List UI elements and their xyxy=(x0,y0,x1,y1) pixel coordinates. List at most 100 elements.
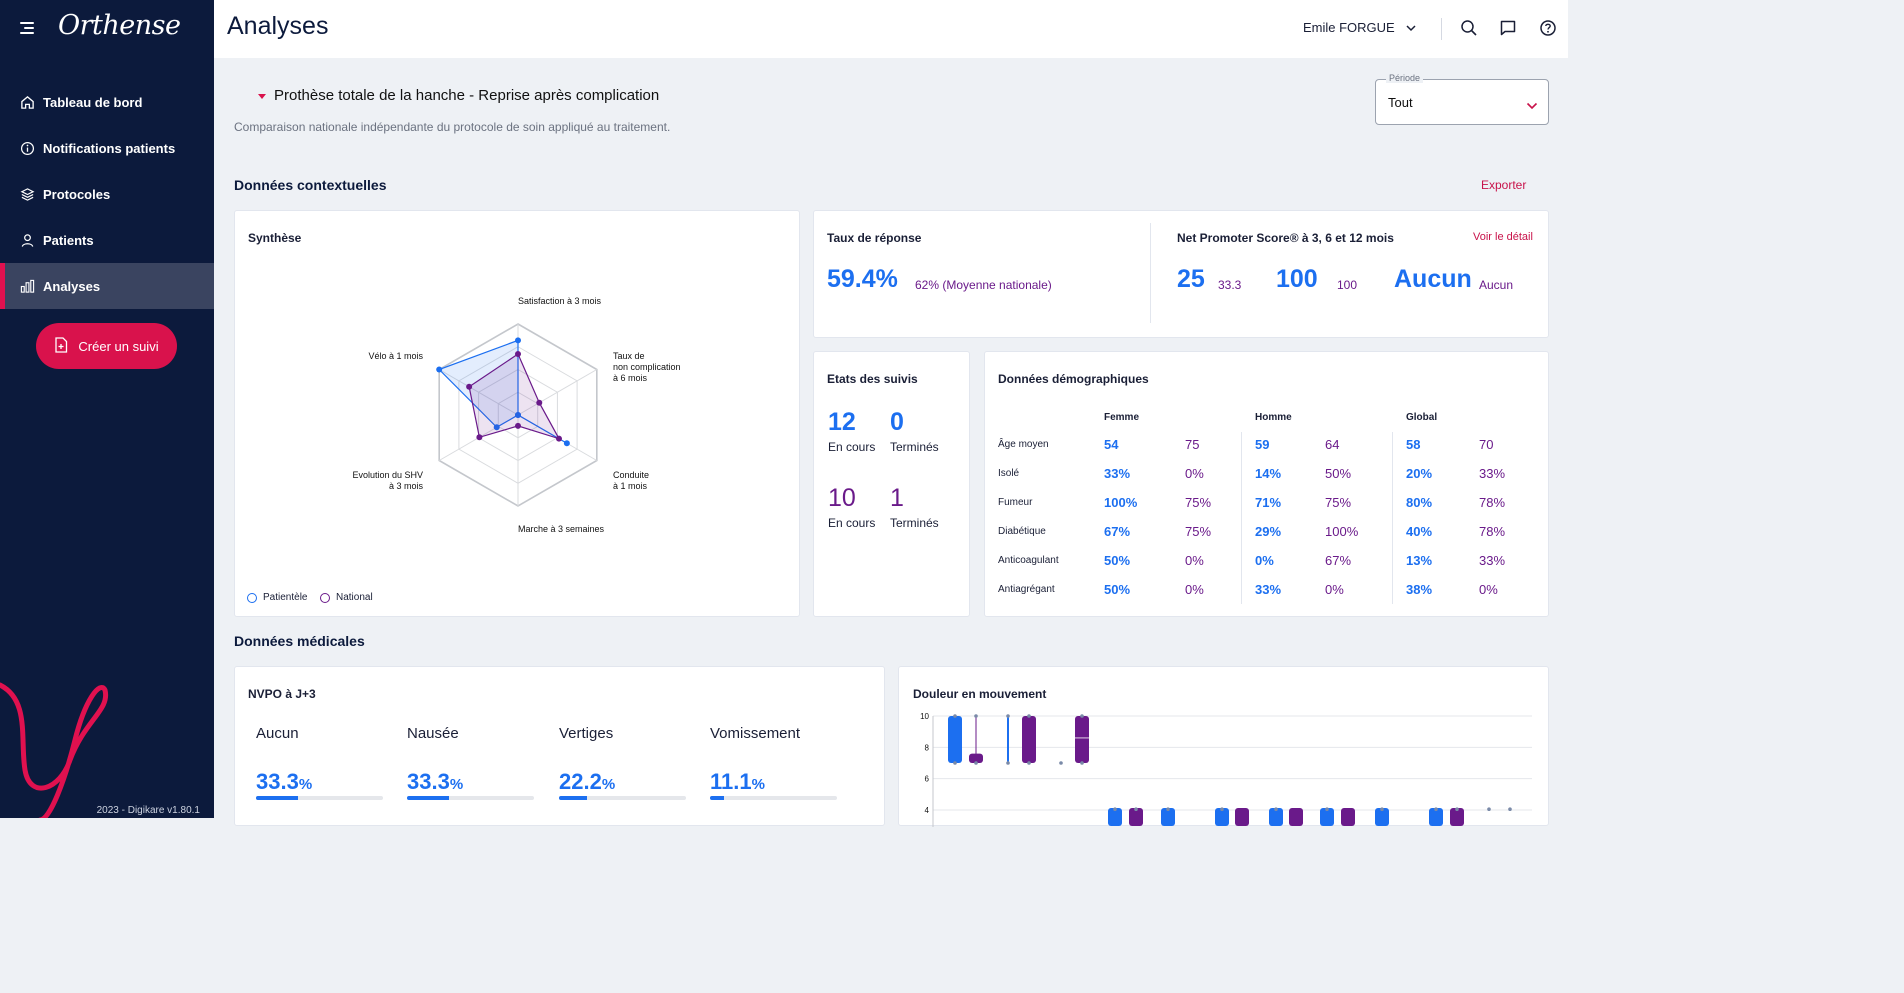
create-followup-button[interactable]: Créer un suivi xyxy=(36,323,177,369)
demo-value: 50% xyxy=(1104,582,1131,597)
chevron-down-icon xyxy=(1526,97,1538,115)
demo-value: 0% xyxy=(1255,553,1274,568)
export-link[interactable]: Exporter xyxy=(1481,178,1526,192)
demographics-table: Femme Homme Global Âge moyen 54 75 59 64 58 70 Iso… xyxy=(985,352,1550,618)
nps-12m-national: Aucun xyxy=(1479,278,1514,292)
help-icon[interactable] xyxy=(1538,18,1558,38)
boxplot-point xyxy=(1325,807,1329,812)
demo-value: 64 xyxy=(1325,437,1340,452)
sidebar-item-protocoles[interactable]: Protocoles xyxy=(0,171,214,217)
app-version: 2023 - Digikare v1.80.1 xyxy=(96,805,200,816)
boxplot-point xyxy=(1027,714,1031,718)
boxplot-point xyxy=(974,761,978,765)
sidebar-item-analyses[interactable]: Analyses xyxy=(0,263,214,309)
radar-point[interactable] xyxy=(515,337,521,344)
demo-value: 78% xyxy=(1479,524,1506,539)
demo-value: 58 xyxy=(1406,437,1421,452)
demo-value: 38% xyxy=(1406,582,1433,597)
boxplot-point xyxy=(1080,761,1084,765)
radar-axis-label: Taux de non complication à 6 mois xyxy=(613,351,681,383)
patientele-ongoing-label: En cours xyxy=(828,440,876,454)
nvpo-label: Aucun xyxy=(256,725,299,742)
boxplot-box[interactable] xyxy=(1289,808,1303,826)
radar-axis-label: Satisfaction à 3 mois xyxy=(518,296,602,306)
patientele-ongoing-value: 12 xyxy=(828,408,856,436)
boxplot-box[interactable] xyxy=(1235,808,1249,826)
chevron-down-icon xyxy=(1405,20,1417,35)
radar-point[interactable] xyxy=(476,434,483,441)
sidebar-item-tableau-de-bord[interactable]: Tableau de bord xyxy=(0,79,214,125)
demo-value: 71% xyxy=(1255,495,1282,510)
demo-value: 33% xyxy=(1255,582,1282,597)
boxplot-chart: 4 6 8 10 xyxy=(920,712,1532,827)
demo-value: 33% xyxy=(1479,466,1506,481)
sidebar-nav: Tableau de bord Notifications patients P… xyxy=(0,79,214,309)
demo-value: 0% xyxy=(1185,466,1204,481)
message-icon[interactable] xyxy=(1498,18,1518,38)
legend-marker xyxy=(320,592,330,603)
card-divider xyxy=(1150,223,1151,323)
radar-axis-label: Marche à 3 semaines xyxy=(518,524,605,534)
nvpo-progress-bar xyxy=(407,796,534,800)
nvpo-value: 11.1% xyxy=(710,769,765,794)
followup-status-card: Etats des suivis 12 En cours 0 Terminés … xyxy=(813,351,970,617)
nvpo-progress-fill xyxy=(407,796,450,800)
national-ongoing-value: 10 xyxy=(828,484,856,512)
legend-label: National xyxy=(336,592,373,603)
boxplot-box[interactable] xyxy=(948,716,962,763)
radar-point[interactable] xyxy=(515,422,521,429)
nvpo-value: 33.3% xyxy=(407,769,464,794)
user-name: Emile FORGUE xyxy=(1303,20,1395,35)
card-title: NVPO à J+3 xyxy=(248,687,316,701)
demo-value: 14% xyxy=(1255,466,1282,481)
period-value: Tout xyxy=(1388,95,1413,110)
sidebar-item-patients[interactable]: Patients xyxy=(0,217,214,263)
user-menu[interactable]: Emile FORGUE xyxy=(1303,20,1417,35)
search-icon[interactable] xyxy=(1459,18,1479,38)
boxplot-point xyxy=(1508,807,1512,812)
layers-icon xyxy=(20,187,35,202)
brand-decoration xyxy=(0,682,109,818)
demo-value: 13% xyxy=(1406,553,1433,568)
radar-point[interactable] xyxy=(555,435,562,442)
app-logo[interactable]: Orthense xyxy=(58,10,181,41)
demo-value: 0% xyxy=(1185,553,1204,568)
demo-value: 33% xyxy=(1104,466,1131,481)
period-select[interactable]: Période Tout xyxy=(1375,73,1549,125)
legend-marker xyxy=(247,592,257,603)
boxplot-box[interactable] xyxy=(1075,716,1089,763)
boxplot-box[interactable] xyxy=(1022,716,1036,763)
section-title-medical: Données médicales xyxy=(234,633,365,649)
demo-value: 33% xyxy=(1479,553,1506,568)
legend-item-national: National xyxy=(320,592,373,603)
sidebar: Orthense Tableau de bord Notifications p… xyxy=(0,0,214,818)
radar-point[interactable] xyxy=(436,366,443,373)
sidebar-item-label: Patients xyxy=(43,232,94,248)
radar-point[interactable] xyxy=(536,399,543,406)
demo-divider xyxy=(1241,432,1242,604)
radar-point[interactable] xyxy=(563,440,570,447)
demo-value: 40% xyxy=(1406,524,1433,539)
boxplot-box[interactable] xyxy=(1341,808,1355,826)
nvpo-label: Nausée xyxy=(407,725,459,742)
boxplot-box[interactable] xyxy=(1007,716,1009,763)
radar-point[interactable] xyxy=(515,351,521,358)
boxplot-point xyxy=(1434,807,1438,812)
radar-point[interactable] xyxy=(466,383,473,390)
nps-6m-value: 100 xyxy=(1276,265,1318,293)
demo-row-label: Isolé xyxy=(998,468,1020,479)
boxplot-tick-label: 8 xyxy=(925,743,930,752)
nps-3m-national: 33.3 xyxy=(1218,278,1242,292)
national-done-label: Terminés xyxy=(890,516,939,530)
pain-movement-card: Douleur en mouvement 4 6 8 10 xyxy=(898,666,1549,827)
boxplot-point xyxy=(1274,807,1278,812)
view-detail-link[interactable]: Voir le détail xyxy=(1473,231,1533,243)
sidebar-item-notifications[interactable]: Notifications patients xyxy=(0,125,214,171)
synthese-card: Synthèse Satisfaction à 3 mois Taux de non… xyxy=(234,210,800,617)
radar-chart: Satisfaction à 3 mois Taux de non complica… xyxy=(352,296,681,534)
protocol-selector[interactable]: Prothèse totale de la hanche - Reprise a… xyxy=(258,87,659,104)
user-icon xyxy=(20,233,35,248)
demo-value: 67% xyxy=(1325,553,1352,568)
nvpo-label: Vertiges xyxy=(559,725,614,742)
menu-collapse-icon[interactable] xyxy=(20,22,34,34)
